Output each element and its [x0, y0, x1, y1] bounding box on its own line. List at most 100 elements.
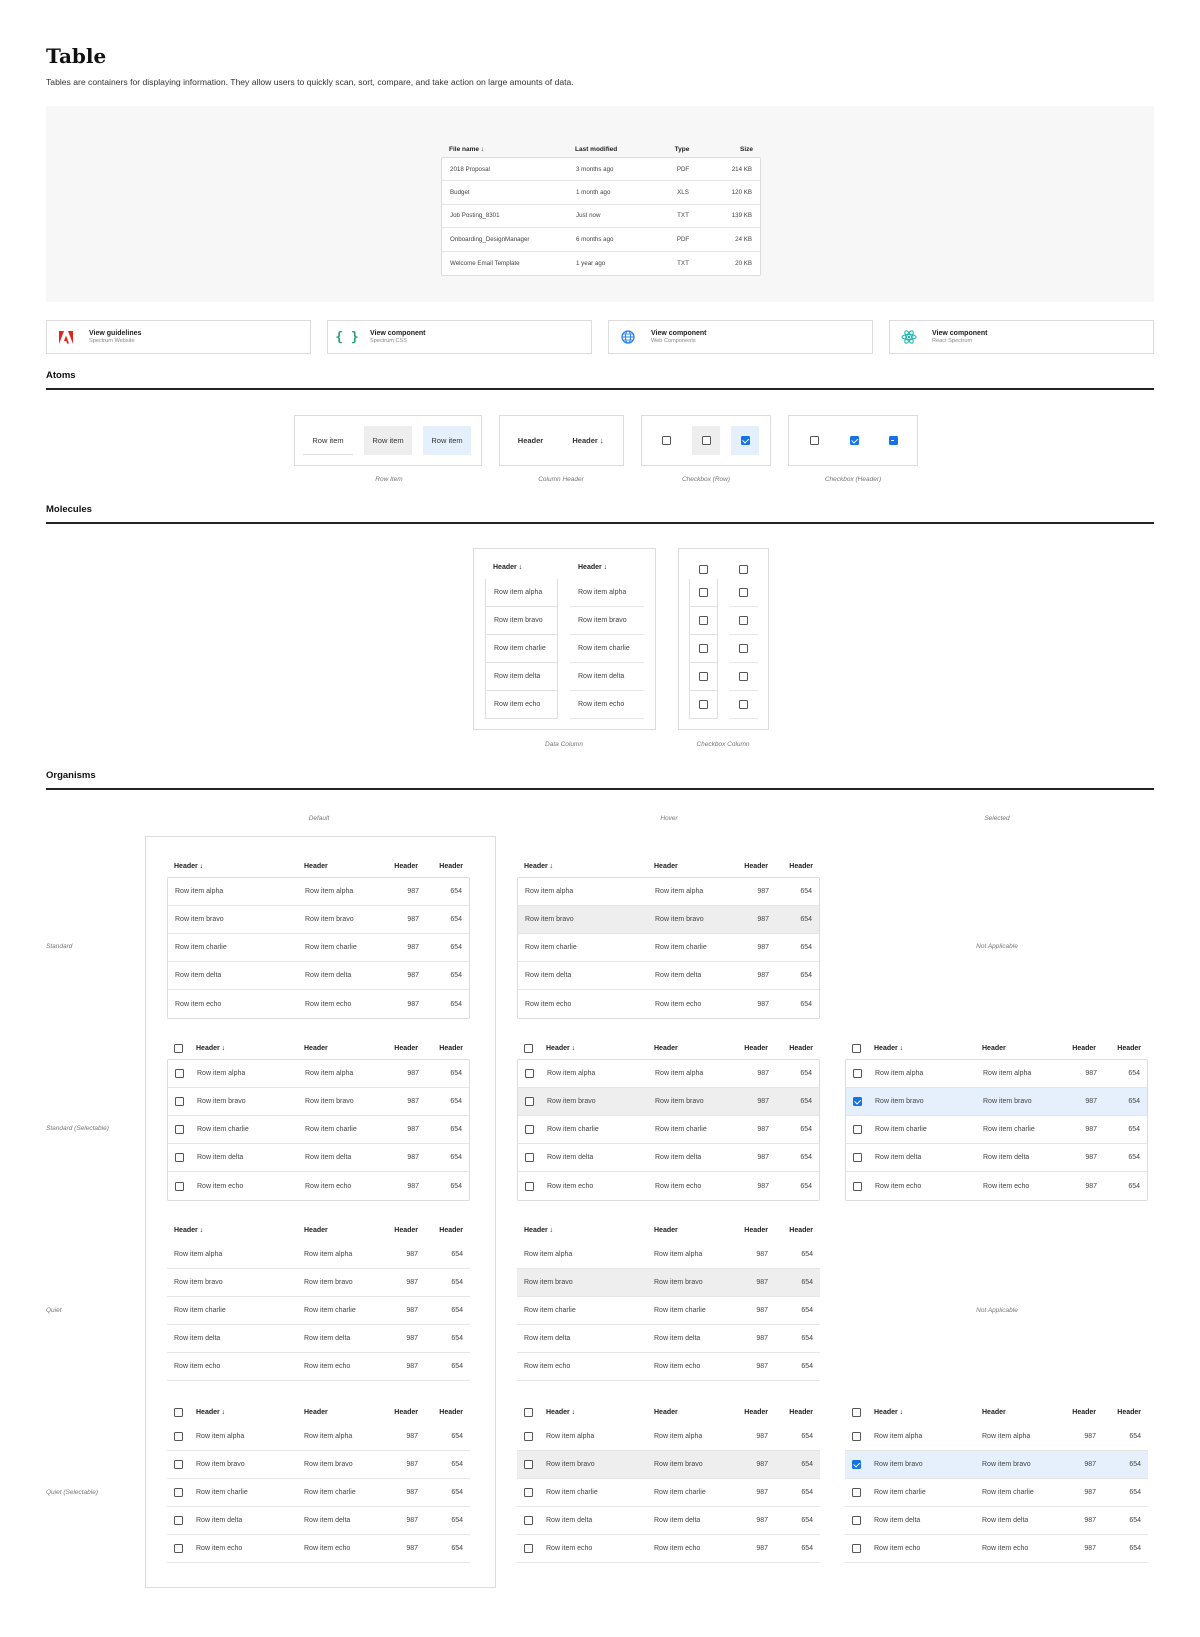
column-header[interactable]: Header ↓: [167, 1227, 304, 1234]
checkbox-icon[interactable]: [699, 616, 708, 625]
checkbox-icon[interactable]: [809, 436, 819, 445]
table-row[interactable]: Row item alpha Row item alpha 987 654: [167, 1423, 470, 1451]
table-row[interactable]: Row item delta Row item delta 987 654: [845, 1507, 1148, 1535]
checkbox-icon[interactable]: [173, 1460, 183, 1469]
table-row[interactable]: Row item bravo Row item bravo 987 654: [168, 1088, 469, 1116]
checkbox-icon[interactable]: [173, 1488, 183, 1497]
column-header[interactable]: Header: [768, 1045, 820, 1052]
checkbox-icon[interactable]: [661, 436, 671, 445]
table-row[interactable]: Row item alpha Row item alpha 987 654: [168, 1060, 469, 1088]
header-checkbox-cell[interactable]: [845, 1407, 867, 1417]
checkbox-column-cell[interactable]: [729, 607, 758, 635]
table-row[interactable]: Row item charlie Row item charlie 987 654: [518, 1116, 819, 1144]
card-view-component-react[interactable]: View component React Spectrum: [889, 320, 1154, 354]
column-header[interactable]: Header: [418, 1227, 470, 1234]
checkbox-icon[interactable]: [173, 1407, 183, 1417]
row-checkbox-cell[interactable]: [846, 1097, 868, 1106]
column-header[interactable]: Header: [382, 1409, 418, 1416]
table-row[interactable]: Row item alpha Row item alpha 987 654: [517, 1241, 820, 1269]
column-header[interactable]: Header: [654, 1227, 732, 1234]
table-row[interactable]: Row item alpha Row item alpha 987 654: [518, 878, 819, 906]
column-header[interactable]: Header ↓: [539, 1045, 654, 1052]
checkbox-icon[interactable]: [851, 1407, 861, 1417]
checkbox-icon[interactable]: [524, 1181, 534, 1191]
table-row[interactable]: Row item charlie Row item charlie 987 654: [167, 1297, 470, 1325]
column-header[interactable]: Header: [982, 1409, 1060, 1416]
checkbox-header-checked[interactable]: [839, 426, 869, 455]
table-row[interactable]: Row item echo Row item echo 987 654: [517, 1353, 820, 1381]
table-row[interactable]: Row item echo Row item echo 987 654: [518, 990, 819, 1018]
row-checkbox-cell[interactable]: [168, 1069, 190, 1078]
table-row[interactable]: Row item echo Row item echo 987 654: [167, 1535, 470, 1563]
header-checkbox-cell[interactable]: [845, 1043, 867, 1053]
checkbox-column-cell[interactable]: [729, 579, 758, 607]
checkbox-icon[interactable]: [739, 616, 748, 625]
checkbox-icon[interactable]: [173, 1043, 183, 1053]
row-checkbox-cell[interactable]: [517, 1544, 539, 1553]
checkbox-column-cell[interactable]: [689, 635, 718, 663]
row-checkbox-cell[interactable]: [168, 1153, 190, 1162]
checkbox-column-cell[interactable]: [729, 663, 758, 691]
table-row[interactable]: Row item delta Row item delta 987 654: [846, 1144, 1147, 1172]
checkbox-row-default[interactable]: [651, 426, 681, 455]
row-checkbox-cell[interactable]: [517, 1488, 539, 1497]
column-header[interactable]: Header ↓: [539, 1409, 654, 1416]
checkbox-row-hover[interactable]: [692, 426, 720, 455]
column-header[interactable]: Header: [654, 1045, 732, 1052]
checkbox-icon[interactable]: [851, 1432, 861, 1441]
checkbox-icon[interactable]: [524, 1153, 534, 1162]
data-column-cell[interactable]: Row item delta: [485, 663, 558, 691]
row-checkbox-cell[interactable]: [167, 1488, 189, 1497]
column-header[interactable]: Header ↓: [867, 1409, 982, 1416]
column-header-sorted[interactable]: Header ↓: [562, 426, 614, 455]
checkbox-icon[interactable]: [701, 436, 711, 445]
column-header[interactable]: Header: [768, 863, 820, 870]
table-row[interactable]: Row item charlie Row item charlie 987 654: [168, 934, 469, 962]
column-header[interactable]: Header: [654, 863, 732, 870]
checkbox-icon[interactable]: [173, 1544, 183, 1553]
row-item-hover[interactable]: Row item: [364, 426, 412, 455]
column-header[interactable]: Header: [304, 863, 382, 870]
row-checkbox-cell[interactable]: [845, 1544, 867, 1553]
column-header[interactable]: Header ↓: [867, 1045, 982, 1052]
card-view-component-css[interactable]: { } View component Spectrum CSS: [327, 320, 592, 354]
hero-table-row[interactable]: Onboarding_DesignManager 6 months ago PDF 2…: [442, 228, 760, 252]
checkbox-icon[interactable]: [523, 1544, 533, 1553]
table-row[interactable]: Row item bravo Row item bravo 987 654: [517, 1269, 820, 1297]
table-row[interactable]: Row item bravo Row item bravo 987 654: [517, 1451, 820, 1479]
row-checkbox-cell[interactable]: [517, 1516, 539, 1525]
row-checkbox-cell[interactable]: [517, 1460, 539, 1469]
table-row[interactable]: Row item delta Row item delta 987 654: [518, 962, 819, 990]
row-checkbox-cell[interactable]: [518, 1069, 540, 1078]
card-view-guidelines[interactable]: View guidelines Spectrum Website: [46, 320, 311, 354]
checkbox-icon[interactable]: [174, 1153, 184, 1162]
table-row[interactable]: Row item delta Row item delta 987 654: [168, 962, 469, 990]
checkbox-icon[interactable]: [523, 1043, 533, 1053]
table-row[interactable]: Row item charlie Row item charlie 987 654: [517, 1297, 820, 1325]
row-checkbox-cell[interactable]: [846, 1153, 868, 1162]
checkbox-header-indeterminate[interactable]: [878, 426, 908, 455]
row-checkbox-cell[interactable]: [168, 1097, 190, 1106]
table-row[interactable]: Row item echo Row item echo 987 654: [517, 1535, 820, 1563]
checkbox-icon[interactable]: [852, 1181, 862, 1191]
checkbox-icon[interactable]: [851, 1043, 861, 1053]
data-column-cell[interactable]: Row item charlie: [485, 635, 558, 663]
table-row[interactable]: Row item delta Row item delta 987 654: [168, 1144, 469, 1172]
column-header[interactable]: Header: [732, 1409, 768, 1416]
data-column-header[interactable]: Header ↓: [493, 564, 522, 571]
row-checkbox-cell[interactable]: [518, 1125, 540, 1134]
hero-header-type[interactable]: Type: [657, 146, 707, 153]
checkbox-column-cell[interactable]: [689, 607, 718, 635]
row-checkbox-cell[interactable]: [167, 1460, 189, 1469]
table-row[interactable]: Row item alpha Row item alpha 987 654: [517, 1423, 820, 1451]
table-row[interactable]: Row item echo Row item echo 987 654: [168, 1172, 469, 1200]
header-checkbox-cell[interactable]: [167, 1043, 189, 1053]
checkbox-column-cell[interactable]: [689, 579, 718, 607]
checkbox-column-cell[interactable]: [729, 635, 758, 663]
checkbox-icon[interactable]: [524, 1097, 534, 1106]
column-header[interactable]: Header: [768, 1227, 820, 1234]
row-checkbox-cell[interactable]: [167, 1516, 189, 1525]
checkbox-icon[interactable]: [174, 1181, 184, 1191]
data-column-header[interactable]: Header ↓: [578, 564, 607, 571]
column-header[interactable]: Header ↓: [517, 863, 654, 870]
